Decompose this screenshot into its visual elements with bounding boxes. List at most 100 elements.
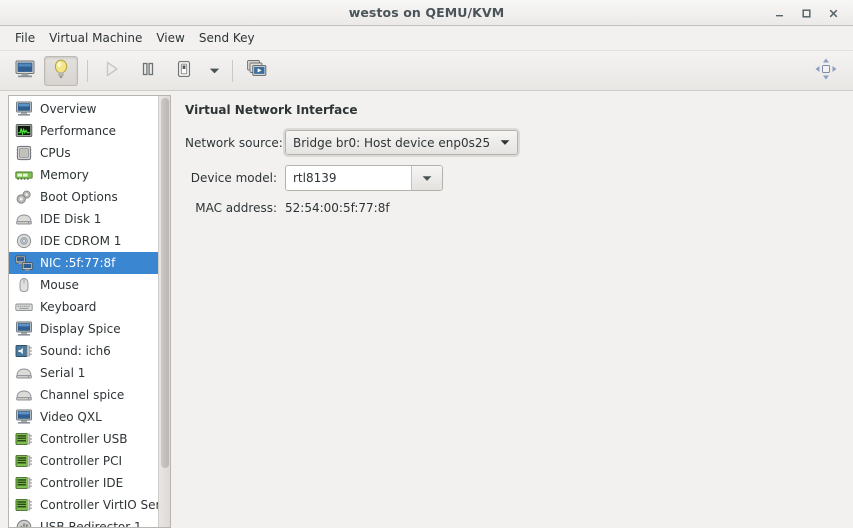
resize-arrows-icon xyxy=(814,57,838,84)
device-model-label: Device model: xyxy=(190,171,277,185)
run-button[interactable] xyxy=(95,56,129,86)
sidebar-item-label: CPUs xyxy=(40,146,71,160)
window-controls xyxy=(766,0,847,26)
device-list-items: Overview Performance CPUs Memory Boot Op… xyxy=(9,98,171,527)
monitor-icon xyxy=(14,100,34,118)
content-area: Overview Performance CPUs Memory Boot Op… xyxy=(0,91,853,528)
device-model-row: Device model: rtl8139 xyxy=(185,165,853,191)
sidebar-item-sound[interactable]: Sound: ich6 xyxy=(9,340,170,362)
sidebar-item-boot-options[interactable]: Boot Options xyxy=(9,186,170,208)
controller-icon xyxy=(14,496,34,514)
keyboard-icon xyxy=(14,298,34,316)
sidebar-item-serial-1[interactable]: Serial 1 xyxy=(9,362,170,384)
toolbar xyxy=(0,51,853,91)
sidebar-scrollbar[interactable] xyxy=(158,96,170,527)
sidebar-scrollbar-thumb[interactable] xyxy=(161,98,169,468)
sidebar-item-mouse[interactable]: Mouse xyxy=(9,274,170,296)
network-card-icon xyxy=(14,254,34,272)
mac-address-value: 52:54:00:5f:77:8f xyxy=(285,201,390,215)
title-bar: westos on QEMU/KVM xyxy=(0,0,853,26)
sidebar-item-label: Controller IDE xyxy=(40,476,124,490)
network-source-combobox[interactable]: Bridge br0: Host device enp0s25 xyxy=(282,128,521,157)
sidebar-item-cpus[interactable]: CPUs xyxy=(9,142,170,164)
controller-icon xyxy=(14,452,34,470)
mouse-icon xyxy=(14,276,34,294)
sidebar-item-channel-spice[interactable]: Channel spice xyxy=(9,384,170,406)
device-model-combobox[interactable]: rtl8139 xyxy=(285,165,443,191)
shutdown-options-button[interactable] xyxy=(203,56,225,86)
network-source-label: Network source: xyxy=(185,135,283,150)
sidebar-item-label: Overview xyxy=(40,102,97,116)
virt-manager-window: westos on QEMU/KVM File Virtual Machine … xyxy=(0,0,853,528)
lightbulb-icon xyxy=(51,58,71,83)
serial-port-icon xyxy=(14,386,34,404)
controller-icon xyxy=(14,430,34,448)
chevron-down-icon xyxy=(500,139,510,146)
sidebar-item-memory[interactable]: Memory xyxy=(9,164,170,186)
sidebar-item-label: IDE Disk 1 xyxy=(40,212,102,226)
sidebar-item-video-qxl[interactable]: Video QXL xyxy=(9,406,170,428)
sidebar-item-label: Performance xyxy=(40,124,117,138)
window-title: westos on QEMU/KVM xyxy=(348,5,505,20)
sidebar-item-label: Memory xyxy=(40,168,89,182)
hardware-device-list[interactable]: Overview Performance CPUs Memory Boot Op… xyxy=(8,95,171,528)
menu-send-key[interactable]: Send Key xyxy=(192,28,262,48)
minimize-button[interactable] xyxy=(766,0,793,26)
device-model-dropdown-button[interactable] xyxy=(412,166,442,190)
panel-title: Virtual Network Interface xyxy=(185,103,358,117)
memory-ram-icon xyxy=(14,166,34,184)
network-source-row: Network source: Bridge br0: Host device … xyxy=(185,128,853,157)
graph-icon xyxy=(14,122,34,140)
menu-bar: File Virtual Machine View Send Key xyxy=(0,26,853,51)
sidebar-item-label: IDE CDROM 1 xyxy=(40,234,122,248)
sidebar-item-label: Controller VirtIO Serial xyxy=(40,498,171,512)
sidebar-item-label: Channel spice xyxy=(40,388,125,402)
snapshots-icon xyxy=(246,59,268,82)
sidebar-item-label: Keyboard xyxy=(40,300,97,314)
sidebar-item-controller-virtio-serial[interactable]: Controller VirtIO Serial xyxy=(9,494,171,516)
shutdown-button[interactable] xyxy=(167,56,201,86)
menu-view[interactable]: View xyxy=(149,28,191,48)
sidebar-item-performance[interactable]: Performance xyxy=(9,120,170,142)
sidebar-item-controller-usb[interactable]: Controller USB xyxy=(9,428,170,450)
device-model-input[interactable]: rtl8139 xyxy=(286,166,412,190)
monitor-icon xyxy=(14,59,36,82)
chevron-down-icon xyxy=(422,175,432,182)
sidebar-item-controller-ide[interactable]: Controller IDE xyxy=(9,472,170,494)
sidebar-item-overview[interactable]: Overview xyxy=(9,98,170,120)
menu-file[interactable]: File xyxy=(8,28,42,48)
gears-icon xyxy=(14,188,34,206)
sidebar-item-label: NIC :5f:77:8f xyxy=(40,256,116,270)
console-view-button[interactable] xyxy=(8,56,42,86)
sidebar-item-nic[interactable]: NIC :5f:77:8f xyxy=(9,252,170,274)
sidebar-item-display-spice[interactable]: Display Spice xyxy=(9,318,170,340)
toolbar-separator-1 xyxy=(87,59,88,82)
menu-virtual-machine[interactable]: Virtual Machine xyxy=(42,28,149,48)
sidebar-container: Overview Performance CPUs Memory Boot Op… xyxy=(0,91,175,528)
sidebar-item-keyboard[interactable]: Keyboard xyxy=(9,296,170,318)
sidebar-item-ide-disk-1[interactable]: IDE Disk 1 xyxy=(9,208,170,230)
pause-button[interactable] xyxy=(131,56,165,86)
device-details-panel: Virtual Network Interface Network source… xyxy=(175,91,853,528)
sidebar-item-label: Sound: ich6 xyxy=(40,344,111,358)
sidebar-item-label: Boot Options xyxy=(40,190,118,204)
sidebar-item-usb-redirector-1[interactable]: USB Redirector 1 xyxy=(9,516,170,527)
toolbar-separator-2 xyxy=(232,59,233,82)
monitor-icon xyxy=(14,320,34,338)
close-button[interactable] xyxy=(820,0,847,26)
snapshots-button[interactable] xyxy=(240,56,274,86)
cpu-chip-icon xyxy=(14,144,34,162)
details-view-button[interactable] xyxy=(44,55,78,86)
sidebar-item-ide-cdrom-1[interactable]: IDE CDROM 1 xyxy=(9,230,170,252)
sidebar-item-controller-pci[interactable]: Controller PCI xyxy=(9,450,170,472)
usb-icon xyxy=(14,518,34,527)
maximize-button[interactable] xyxy=(793,0,820,26)
cdrom-disc-icon xyxy=(14,232,34,250)
monitor-icon xyxy=(14,408,34,426)
pause-icon xyxy=(139,60,157,81)
sidebar-item-label: Mouse xyxy=(40,278,79,292)
fullscreen-button[interactable] xyxy=(809,56,843,86)
mac-address-label: MAC address: xyxy=(195,201,277,215)
chevron-down-icon xyxy=(209,67,220,75)
sidebar-item-label: Serial 1 xyxy=(40,366,86,380)
